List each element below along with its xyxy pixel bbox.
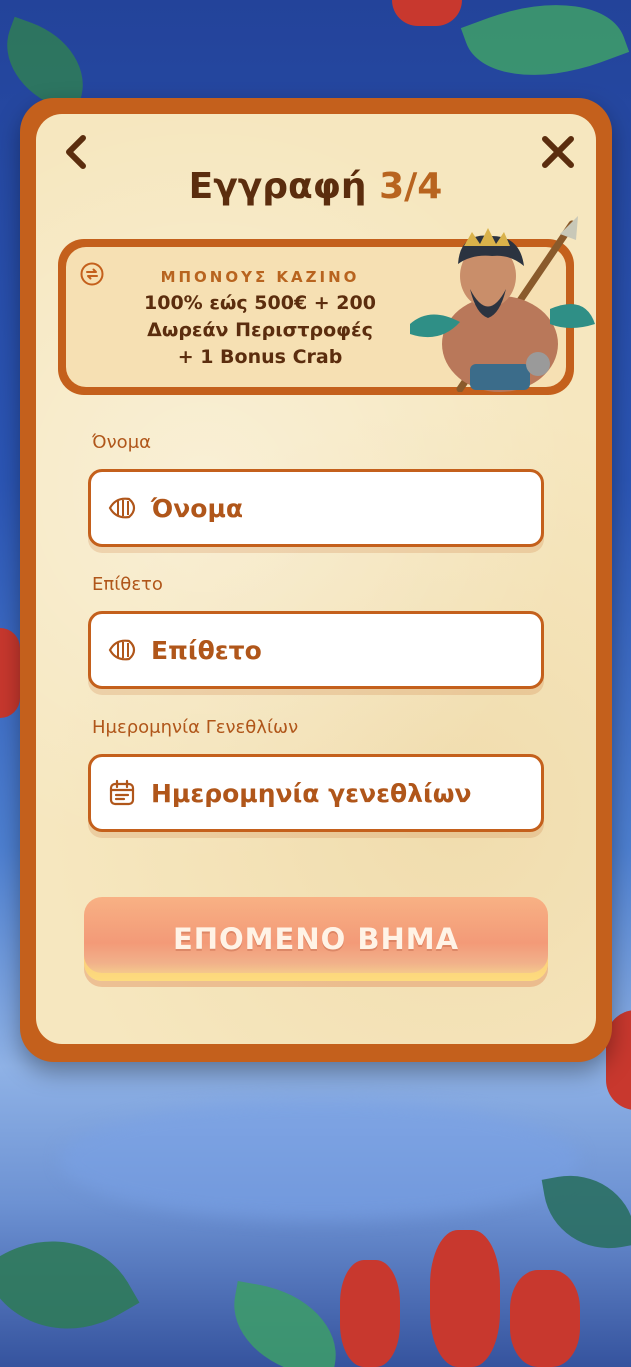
coral-piece [0,628,20,718]
next-step-button[interactable]: ΕΠΟΜΕΝΟ ΒΗΜΑ [84,897,548,981]
close-icon [542,136,574,168]
step-indicator: 3/4 [379,166,443,207]
next-step-label: ΕΠΟΜΕΝΟ ΒΗΜΑ [172,922,460,956]
bonus-offer-line-2: Δωρεάν Περιστροφές [147,319,373,341]
light-cloud [60,1100,580,1220]
birthdate-label: Ημερομηνία Γενεθλίων [92,717,299,738]
chevron-left-icon [66,135,86,169]
first-name-field[interactable]: Όνομα [88,469,544,547]
coral-tube [340,1260,400,1367]
page-title: Εγγραφή 3/4 [0,166,631,207]
seaweed-leaf [223,1281,347,1367]
last-name-placeholder: Επίθετο [151,635,262,665]
sea-king-character-illustration [410,216,595,392]
calendar-icon [109,779,135,806]
last-name-label: Επίθετο [92,574,163,595]
first-name-placeholder: Όνομα [151,493,244,523]
bonus-offer-line-1: 100% εώς 500€ + 200 [144,292,376,314]
fish-icon [108,639,136,661]
last-name-field[interactable]: Επίθετο [88,611,544,689]
seaweed-leaf [0,1207,140,1363]
seaweed-leaf [541,1165,631,1259]
fish-icon [108,497,136,519]
bonus-tag: ΜΠΟΝΟΥΣ ΚΑΖΙΝΟ [160,268,360,286]
birthdate-field[interactable]: Ημερομηνία γενεθλίων [88,754,544,832]
first-name-label: Όνομα [92,432,152,453]
seaweed-leaf [460,0,630,104]
birthdate-placeholder: Ημερομηνία γενεθλίων [151,778,472,808]
coral-tube [430,1230,500,1367]
coral-tube [510,1270,580,1367]
title-text: Εγγραφή [188,166,367,207]
bonus-offer-line-3: + 1 Bonus Crab [177,346,343,368]
coral-piece [392,0,462,26]
